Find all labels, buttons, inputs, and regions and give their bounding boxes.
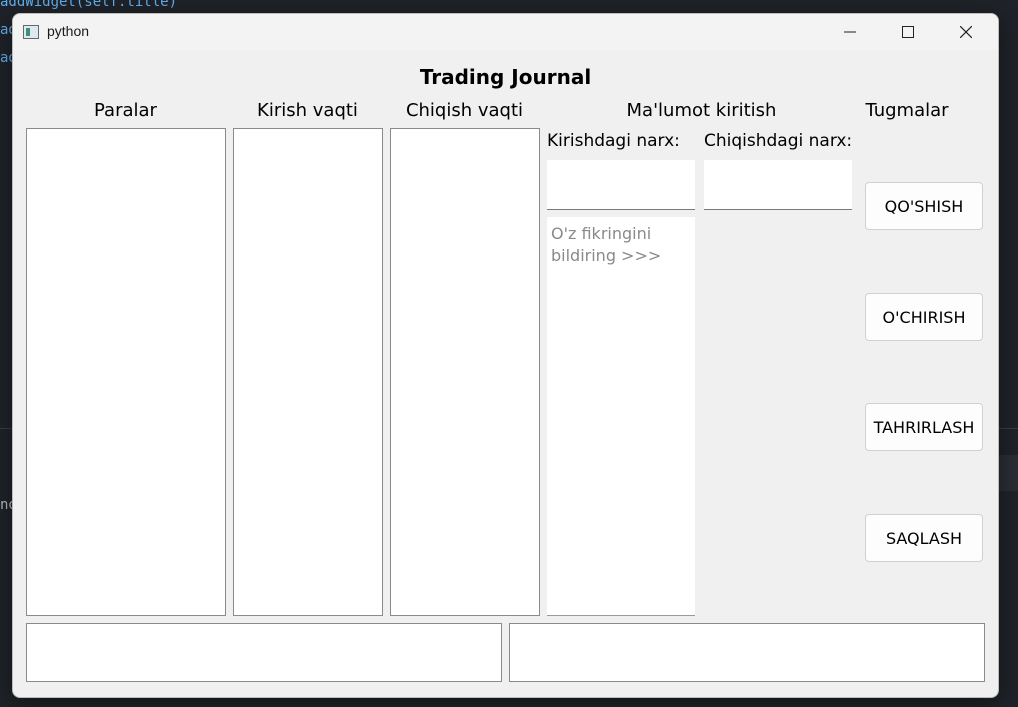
app-window: python Trading Journal Paralar Kirish va… (12, 13, 999, 698)
window-title: python (47, 23, 90, 39)
background-code-line: addWidget(self.title) (0, 0, 178, 10)
entry-time-list[interactable] (233, 128, 383, 616)
title-bar[interactable]: python (13, 14, 998, 50)
pairs-list[interactable] (26, 128, 226, 616)
add-button[interactable]: QO'SHISH (865, 182, 983, 230)
save-button[interactable]: SAQLASH (865, 514, 983, 562)
column-header-data-entry: Ma'lumot kiritish (626, 100, 777, 121)
entry-price-label: Kirishdagi narx: (547, 131, 680, 151)
delete-button[interactable]: O'CHIRISH (865, 293, 983, 341)
bottom-right-field[interactable] (509, 623, 985, 682)
maximize-icon (902, 26, 914, 38)
minimize-icon (844, 31, 856, 33)
maximize-button[interactable] (879, 14, 937, 50)
exit-price-input[interactable] (704, 160, 852, 210)
exit-time-list[interactable] (390, 128, 540, 616)
page-title: Trading Journal (419, 65, 592, 89)
close-icon (960, 26, 972, 38)
app-window-icon (23, 25, 39, 39)
bottom-left-field[interactable] (26, 623, 502, 682)
exit-price-label: Chiqishdagi narx: (704, 131, 853, 151)
column-header-entry-time: Kirish vaqti (257, 100, 358, 121)
column-header-pairs: Paralar (94, 100, 157, 121)
comment-textarea[interactable] (547, 217, 695, 616)
column-header-buttons: Tugmalar (865, 100, 949, 121)
entry-price-input[interactable] (547, 160, 695, 210)
minimize-button[interactable] (821, 14, 879, 50)
column-header-exit-time: Chiqish vaqti (405, 100, 524, 121)
background-panel-strip (996, 455, 1018, 491)
close-button[interactable] (937, 14, 995, 50)
edit-button[interactable]: TAHRIRLASH (865, 403, 983, 451)
